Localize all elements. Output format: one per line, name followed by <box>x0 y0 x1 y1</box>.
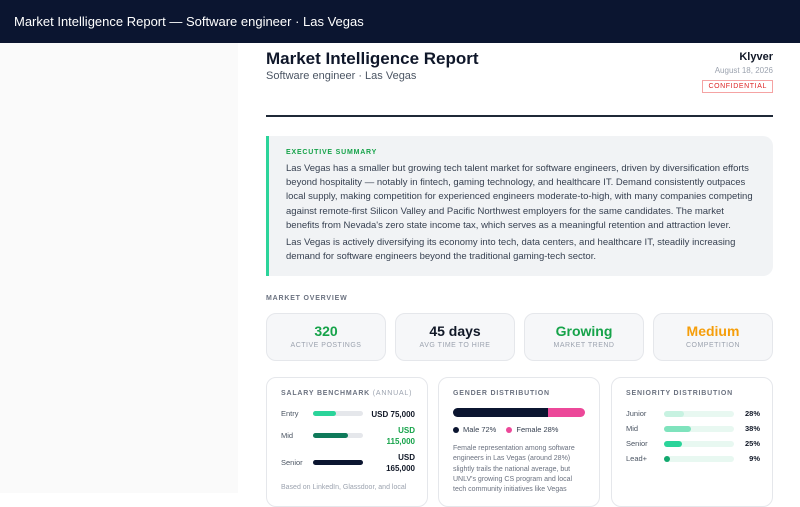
metric-card-competition: Medium COMPETITION <box>653 313 773 361</box>
seniority-row-senior: Senior 25% <box>626 439 760 449</box>
gender-legend-male: Male 72% <box>453 425 496 434</box>
seniority-row-mid: Mid 38% <box>626 424 760 434</box>
report-date: August 18, 2026 <box>714 66 773 75</box>
metric-label: ACTIVE POSTINGS <box>290 342 362 349</box>
male-legend-dot-icon <box>453 427 459 434</box>
salary-value: USD 165,000 <box>386 452 415 474</box>
report-subtitle: Software engineer · Las Vegas <box>266 70 417 82</box>
metric-value: 45 days <box>429 323 481 339</box>
salary-bar-fill <box>313 411 336 416</box>
gender-legend: Male 72% Female 28% <box>453 425 558 434</box>
female-legend-label: Female 28% <box>516 425 559 434</box>
seniority-bar-track <box>664 441 734 447</box>
metric-card-active-postings: 320 ACTIVE POSTINGS <box>266 313 386 361</box>
salary-amount: 115,000 <box>386 437 415 446</box>
seniority-pct: 28% <box>744 409 760 418</box>
salary-benchmark-title: SALARY BENCHMARK (ANNUAL) <box>281 390 413 397</box>
salary-bar-track <box>313 411 363 416</box>
gender-bar <box>453 408 585 417</box>
salary-benchmark-card: SALARY BENCHMARK (ANNUAL) Entry USD 75,0… <box>266 377 428 507</box>
seniority-level: Lead+ <box>626 454 648 463</box>
executive-summary-paragraph: Las Vegas is actively diversifying its e… <box>286 237 736 263</box>
metric-card-market-trend: Growing MARKET TREND <box>524 313 644 361</box>
seniority-row-lead: Lead+ 9% <box>626 454 760 464</box>
salary-currency: USD <box>398 453 415 462</box>
salary-amount: 165,000 <box>386 464 415 473</box>
seniority-distribution-title: SENIORITY DISTRIBUTION <box>626 390 733 397</box>
salary-value: USD 115,000 <box>387 425 415 447</box>
gender-bar-male-segment <box>453 408 549 417</box>
gender-distribution-card: GENDER DISTRIBUTION Male 72% Female 28% … <box>438 377 600 507</box>
seniority-pct: 9% <box>749 454 760 463</box>
seniority-bar-fill <box>664 426 691 432</box>
salary-benchmark-title-suffix: (ANNUAL) <box>372 390 413 397</box>
report-title: Market Intelligence Report <box>266 49 479 68</box>
metric-card-time-to-hire: 45 days AVG TIME TO HIRE <box>395 313 515 361</box>
salary-value: USD 75,000 <box>371 410 415 419</box>
window-title: Market Intelligence Report — Software en… <box>14 14 364 29</box>
metric-label: MARKET TREND <box>553 342 615 349</box>
header-divider <box>266 115 773 117</box>
seniority-pct: 25% <box>744 439 760 448</box>
market-overview-label: MARKET OVERVIEW <box>266 295 348 302</box>
female-legend-dot-icon <box>506 427 513 434</box>
left-pane <box>0 43 238 493</box>
seniority-pct: 38% <box>744 424 760 433</box>
metric-value: Growing <box>555 323 613 339</box>
gender-distribution-title: GENDER DISTRIBUTION <box>453 390 550 397</box>
seniority-bar-fill <box>664 456 671 462</box>
seniority-level: Mid <box>626 424 639 433</box>
gender-bar-female-segment <box>548 408 585 417</box>
seniority-row-junior: Junior 28% <box>626 409 760 419</box>
salary-currency: USD <box>398 426 415 435</box>
metric-label: AVG TIME TO HIRE <box>419 342 491 349</box>
seniority-bar-track <box>664 426 734 432</box>
salary-level: Mid <box>281 431 294 440</box>
salary-level: Entry <box>281 409 299 418</box>
seniority-bar-fill <box>664 411 684 417</box>
metric-value: 320 <box>314 323 338 339</box>
salary-level: Senior <box>281 458 303 467</box>
executive-summary: EXECUTIVE SUMMARY Las Vegas has a smalle… <box>266 136 773 276</box>
brand-name: Klyver <box>739 51 773 63</box>
salary-benchmark-title-text: SALARY BENCHMARK <box>281 390 371 397</box>
metric-label: COMPETITION <box>685 342 741 349</box>
seniority-distribution-card: SENIORITY DISTRIBUTION Junior 28% Mid 38… <box>611 377 773 507</box>
salary-bar-track <box>313 460 363 465</box>
executive-summary-paragraph: Las Vegas has a smaller but growing tech… <box>286 163 753 231</box>
seniority-bar-track <box>664 411 734 417</box>
confidential-badge: CONFIDENTIAL <box>702 80 773 93</box>
metric-value: Medium <box>686 323 740 339</box>
seniority-bar-fill <box>664 441 682 447</box>
seniority-bar-track <box>664 456 734 462</box>
seniority-level: Senior <box>626 439 648 448</box>
gender-legend-female: Female 28% <box>506 425 558 434</box>
male-legend-label: Male 72% <box>463 425 497 434</box>
salary-bar-track <box>313 433 363 438</box>
window-title-bar: Market Intelligence Report — Software en… <box>0 0 800 43</box>
gender-note: Female representation among software eng… <box>453 445 575 494</box>
executive-summary-label: EXECUTIVE SUMMARY <box>286 149 378 156</box>
salary-bar-fill <box>313 460 363 465</box>
salary-bar-fill <box>313 433 348 438</box>
seniority-level: Junior <box>626 409 647 418</box>
salary-footnote: Based on LinkedIn, Glassdoor, and local <box>281 484 407 491</box>
